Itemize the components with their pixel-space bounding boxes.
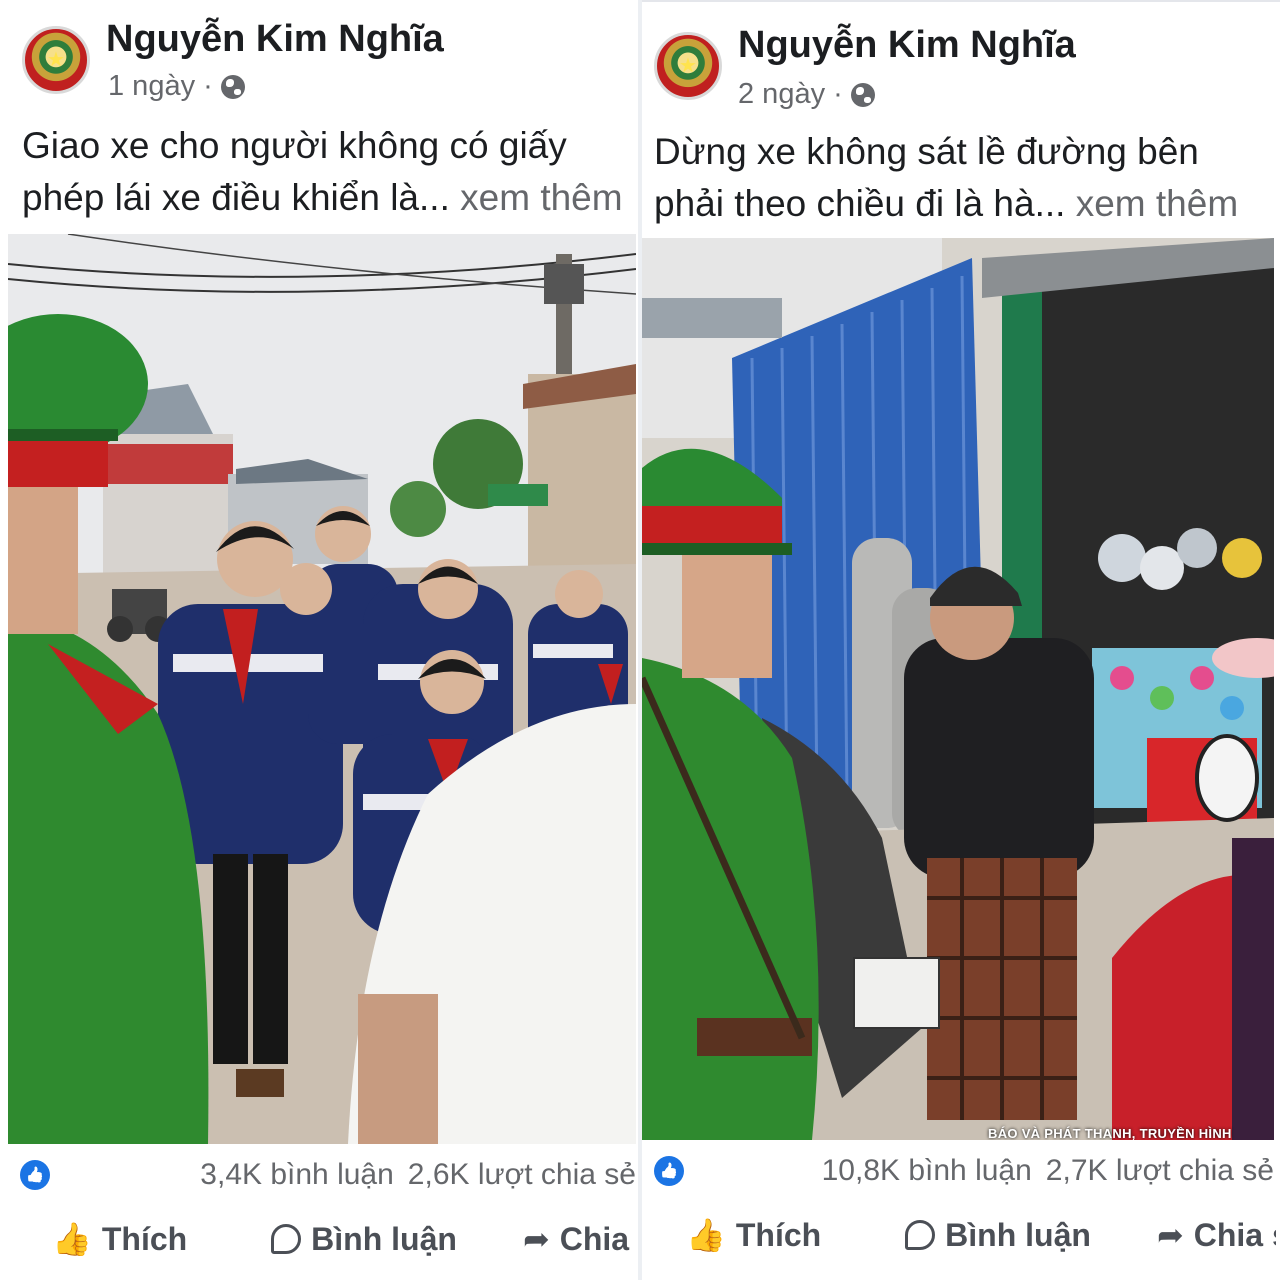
see-more-link[interactable]: xem thêm [1076, 183, 1238, 224]
like-label: Thích [101, 1220, 188, 1257]
like-button[interactable]: 👍 Thích [686, 1216, 821, 1254]
post-stats: 3,4K bình luận 2,6K lượt chia sẻ [20, 1158, 636, 1192]
post-photo[interactable]: BÁO VÀ PHÁT THANH, TRUYỀN HÌNH [642, 238, 1274, 1140]
star-emblem-icon: ★ [679, 52, 697, 77]
share-label: Chia sẻ [1193, 1216, 1276, 1253]
video-watermark: BÁO VÀ PHÁT THANH, TRUYỀN HÌNH [988, 1126, 1232, 1140]
caption-line-2: phải theo chiều đi là hà... [654, 183, 1066, 224]
globe-icon [220, 74, 245, 99]
author-avatar[interactable]: ★ [22, 26, 90, 94]
share-count[interactable]: 2,7K lượt chia sẻ [1046, 1154, 1274, 1188]
post-caption: Dừng xe không sát lề đường bên phải theo… [654, 126, 1274, 230]
comment-button[interactable]: Bình luận [271, 1221, 457, 1258]
thumbs-up-icon: 👍 [686, 1216, 726, 1254]
share-label: Chia sẻ [559, 1220, 636, 1257]
share-arrow-icon: ➦ [1156, 1216, 1184, 1254]
photo-officer-and-woman [642, 238, 1274, 1140]
share-button[interactable]: ➦ Chia sẻ [523, 1220, 636, 1258]
post-stats: 10,8K bình luận 2,7K lượt chia sẻ [654, 1154, 1274, 1188]
like-button[interactable]: 👍 Thích [52, 1220, 187, 1258]
post-caption: Giao xe cho người không có giấy phép lái… [22, 120, 636, 224]
see-more-link[interactable]: xem thêm [460, 177, 622, 218]
comment-label: Bình luận [945, 1216, 1091, 1253]
thumbs-up-icon: 👍 [52, 1220, 92, 1258]
like-reaction-icon[interactable] [654, 1156, 684, 1186]
facebook-post-2: ★ Nguyễn Kim Nghĩa 2 ngày · Dừng xe khôn… [642, 0, 1280, 1282]
comment-button[interactable]: Bình luận [905, 1217, 1091, 1254]
meta-separator: · [203, 70, 213, 102]
post-photo[interactable] [8, 234, 636, 1144]
post-action-bar: 👍 Thích Bình luận ➦ Chia sẻ [52, 1220, 636, 1258]
caption-line-1: Giao xe cho người không có giấy [22, 125, 567, 166]
share-count[interactable]: 2,6K lượt chia sẻ [408, 1158, 636, 1192]
comment-bubble-icon [905, 1220, 936, 1250]
globe-icon [850, 82, 875, 107]
comment-bubble-icon [271, 1224, 302, 1254]
facebook-post-1: ★ Nguyễn Kim Nghĩa 1 ngày · Giao xe cho … [0, 0, 640, 1280]
share-arrow-icon: ➦ [522, 1220, 550, 1258]
comment-count[interactable]: 10,8K bình luận [822, 1154, 1032, 1188]
caption-line-1: Dừng xe không sát lề đường bên [654, 131, 1199, 172]
post-time[interactable]: 2 ngày [738, 78, 825, 111]
author-name[interactable]: Nguyễn Kim Nghĩa [106, 18, 444, 61]
like-label: Thích [735, 1216, 822, 1253]
post-time[interactable]: 1 ngày [108, 70, 195, 103]
comment-count[interactable]: 3,4K bình luận [200, 1158, 394, 1192]
post-meta: 2 ngày · [738, 78, 875, 111]
like-reaction-icon[interactable] [20, 1160, 50, 1190]
share-button[interactable]: ➦ Chia sẻ [1157, 1216, 1276, 1254]
author-avatar[interactable]: ★ [654, 32, 722, 100]
meta-separator: · [833, 78, 843, 110]
comment-label: Bình luận [311, 1220, 457, 1257]
author-name[interactable]: Nguyễn Kim Nghĩa [738, 24, 1076, 67]
post-action-bar: 👍 Thích Bình luận ➦ Chia sẻ [686, 1216, 1276, 1254]
caption-line-2: phép lái xe điều khiển là... [22, 177, 450, 218]
post-meta: 1 ngày · [108, 70, 245, 103]
star-emblem-icon: ★ [47, 46, 65, 71]
photo-students-and-police [8, 234, 636, 1144]
